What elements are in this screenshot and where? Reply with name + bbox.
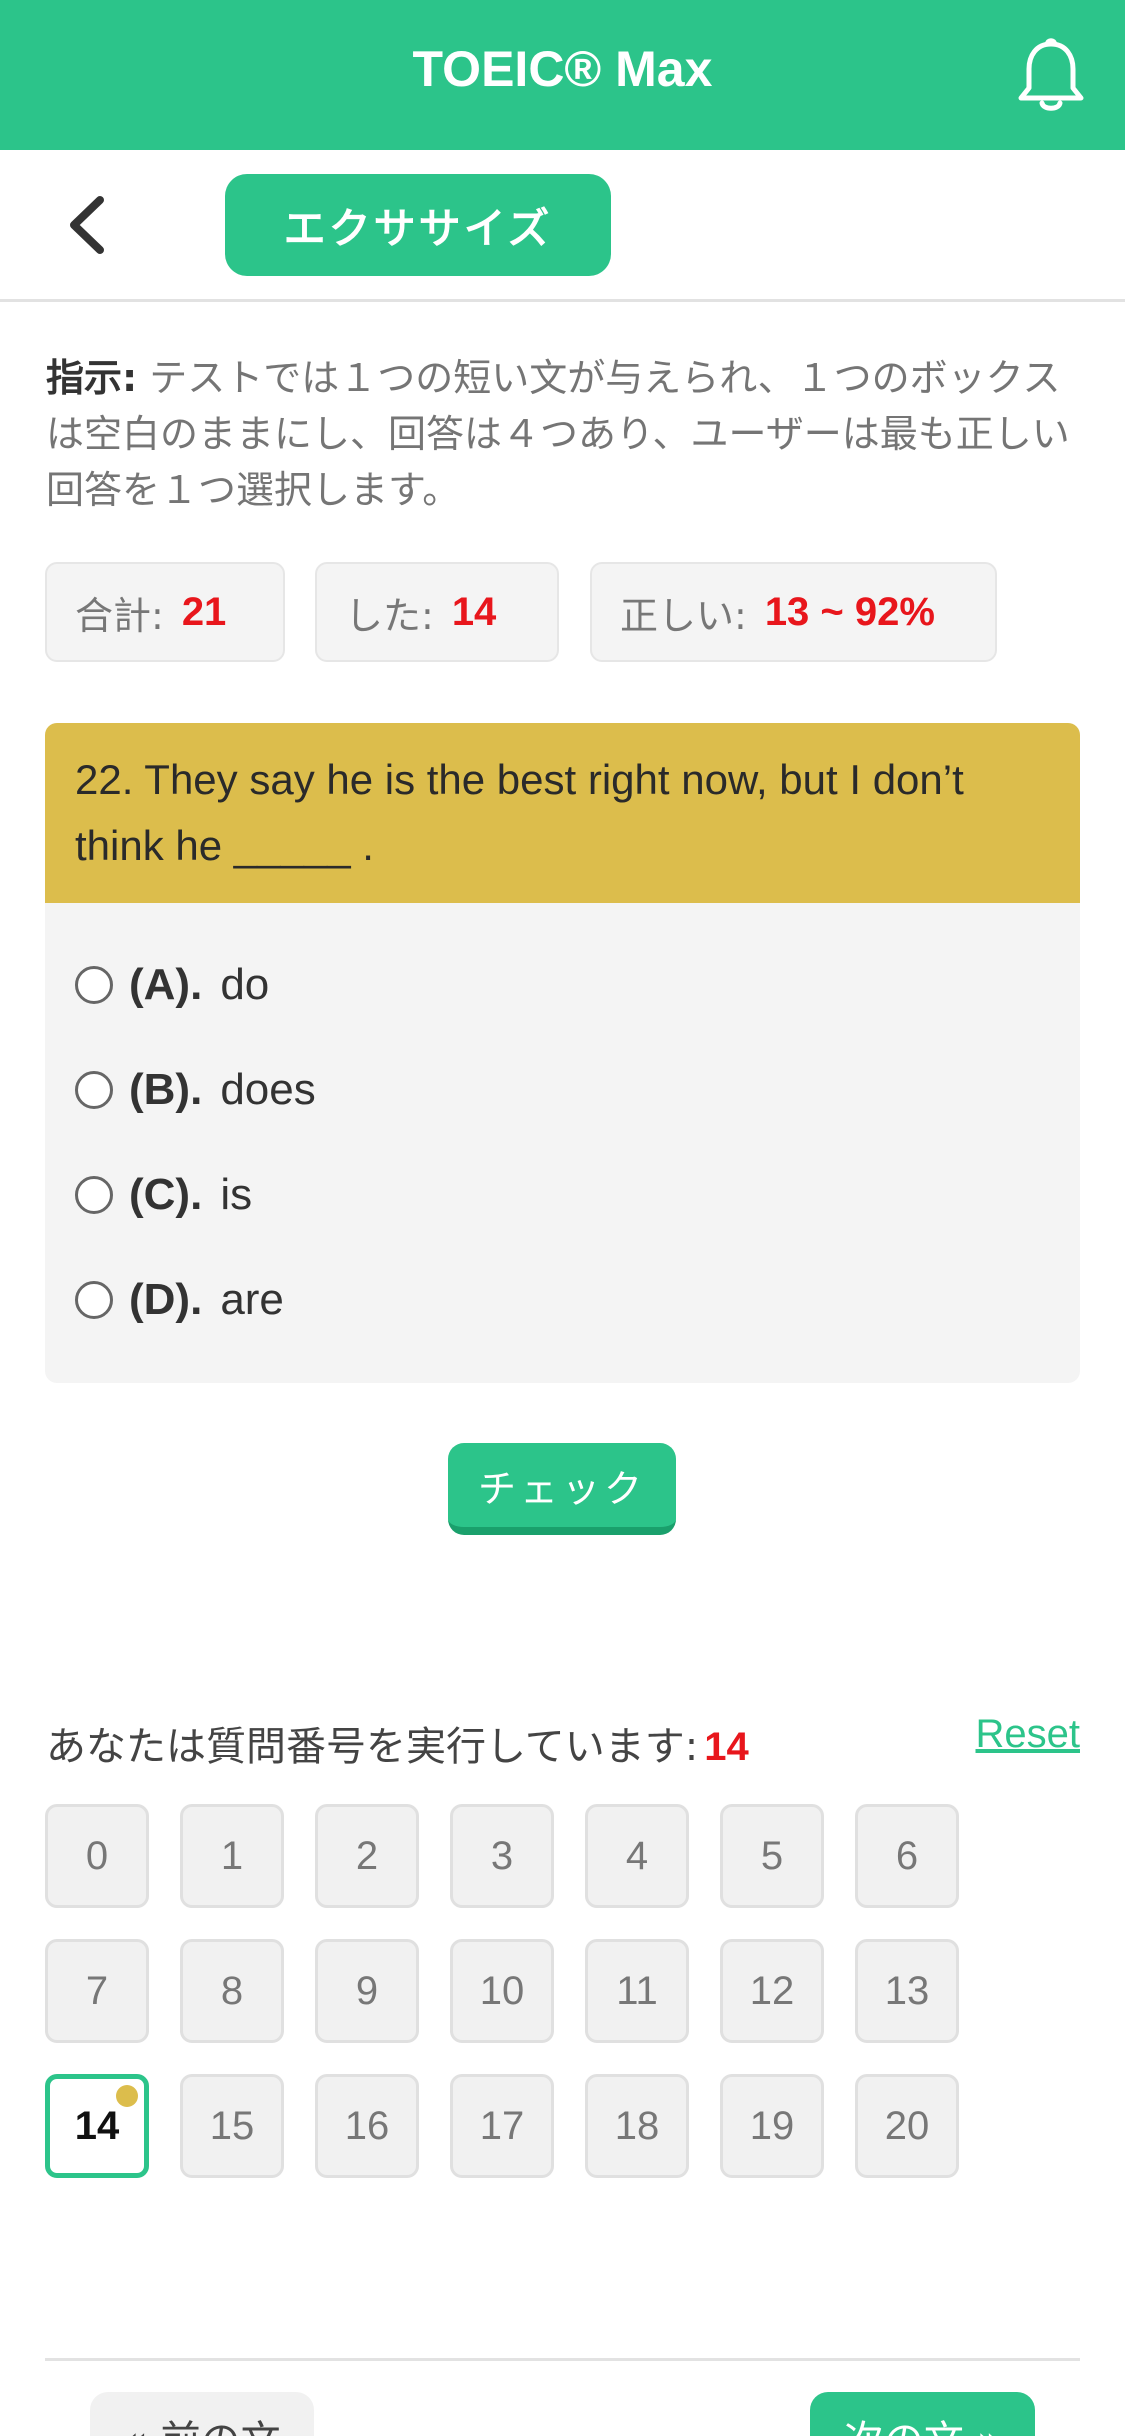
question-number-0[interactable]: 0 xyxy=(45,1804,149,1908)
question-number-16[interactable]: 16 xyxy=(315,2074,419,2178)
question-number-1[interactable]: 1 xyxy=(180,1804,284,1908)
option-letter: (B). xyxy=(129,1065,203,1114)
question-number-12[interactable]: 12 xyxy=(720,1939,824,2043)
radio-c[interactable] xyxy=(75,1176,113,1214)
question-number-label: 3 xyxy=(490,1833,514,1878)
radio-d[interactable] xyxy=(75,1281,113,1319)
question-number-label: 4 xyxy=(625,1833,649,1878)
question-number-label: 14 xyxy=(74,2103,120,2148)
question-number-14[interactable]: 14 xyxy=(45,2074,149,2178)
option-a[interactable]: (A). do xyxy=(75,950,269,1020)
question-number-2[interactable]: 2 xyxy=(315,1804,419,1908)
question-number-label: 17 xyxy=(479,2103,525,2148)
app-title: TOEIC® Max xyxy=(412,41,713,97)
question-number-label: 9 xyxy=(355,1968,379,2013)
question-number-13[interactable]: 13 xyxy=(855,1939,959,2043)
question-number-label: 2 xyxy=(355,1833,379,1878)
current-indicator-dot xyxy=(116,2085,138,2107)
question-number-label: 1 xyxy=(220,1833,244,1878)
divider xyxy=(45,2358,1080,2361)
question-number-8[interactable]: 8 xyxy=(180,1939,284,2043)
question-number-20[interactable]: 20 xyxy=(855,2074,959,2178)
question-number-4[interactable]: 4 xyxy=(585,1804,689,1908)
stat-total-value: 21 xyxy=(181,589,227,634)
question-number-19[interactable]: 19 xyxy=(720,2074,824,2178)
chevron-left-icon[interactable] xyxy=(58,190,118,260)
radio-b[interactable] xyxy=(75,1071,113,1109)
question-number-label: 15 xyxy=(209,2103,255,2148)
question-number-label: 20 xyxy=(884,2103,930,2148)
option-d[interactable]: (D). are xyxy=(75,1265,284,1335)
bell-icon[interactable] xyxy=(1012,36,1090,116)
question-number-label: 0 xyxy=(85,1833,109,1878)
question-number-label: 12 xyxy=(749,1968,795,2013)
stat-correct: 正しい: 13 ~ 92% xyxy=(590,562,997,662)
option-text: do xyxy=(220,960,270,1009)
question-number-6[interactable]: 6 xyxy=(855,1804,959,1908)
instructions-label: 指示: xyxy=(46,356,138,400)
question-card: 22. They say he is the best right now, b… xyxy=(45,723,1080,1383)
app-header: TOEIC® Max xyxy=(0,0,1125,150)
mode-button-exercise[interactable]: エクササイズ xyxy=(225,174,611,276)
stat-correct-value: 13 ~ 92% xyxy=(764,589,935,634)
question-number-label: 13 xyxy=(884,1968,930,2013)
option-text: are xyxy=(220,1275,284,1324)
question-text: 22. They say he is the best right now, b… xyxy=(45,723,1080,903)
question-number-label: 5 xyxy=(760,1833,784,1878)
question-number-3[interactable]: 3 xyxy=(450,1804,554,1908)
next-sentence-button[interactable]: 次の文 » xyxy=(810,2392,1035,2436)
option-letter: (A). xyxy=(129,960,203,1009)
prev-sentence-button[interactable]: « 前の文 xyxy=(90,2392,314,2436)
option-letter: (D). xyxy=(129,1275,203,1324)
question-number-label: 8 xyxy=(220,1968,244,2013)
option-b[interactable]: (B). does xyxy=(75,1055,316,1125)
question-number-10[interactable]: 10 xyxy=(450,1939,554,2043)
stat-total-label: 合計: xyxy=(75,593,164,638)
option-text: does xyxy=(220,1065,316,1114)
reset-link[interactable]: Reset xyxy=(976,1712,1081,1757)
question-number-18[interactable]: 18 xyxy=(585,2074,689,2178)
check-button[interactable]: チェック xyxy=(448,1443,676,1535)
current-question-number: 14 xyxy=(704,1725,749,1769)
question-number-label: 16 xyxy=(344,2103,390,2148)
progress-label: あなたは質問番号を実行しています: 14 xyxy=(46,1714,749,1772)
question-number-label: 10 xyxy=(479,1968,525,2013)
question-number-label: 11 xyxy=(616,1968,658,2013)
sub-toolbar: エクササイズ xyxy=(0,150,1125,302)
question-number-label: 19 xyxy=(749,2103,795,2148)
question-number-label: 7 xyxy=(85,1968,109,2013)
option-letter: (C). xyxy=(129,1170,203,1219)
question-number-5[interactable]: 5 xyxy=(720,1804,824,1908)
radio-a[interactable] xyxy=(75,966,113,1004)
question-number-17[interactable]: 17 xyxy=(450,2074,554,2178)
instructions-text: テストでは１つの短い文が与えられ、１つのボックスは空白のままにし、回答は４つあり… xyxy=(46,356,1070,512)
stat-done-value: 14 xyxy=(451,589,497,634)
option-text: is xyxy=(220,1170,253,1219)
option-c[interactable]: (C). is xyxy=(75,1160,252,1230)
stat-correct-label: 正しい: xyxy=(620,593,747,638)
stat-done: した: 14 xyxy=(315,562,559,662)
question-number-label: 18 xyxy=(614,2103,660,2148)
instructions: 指示: テストでは１つの短い文が与えられ、１つのボックスは空白のままにし、回答は… xyxy=(46,350,1076,518)
progress-label-text: あなたは質問番号を実行しています: xyxy=(46,1724,699,1770)
stat-done-label: した: xyxy=(345,593,434,638)
question-number-label: 6 xyxy=(895,1833,919,1878)
question-number-11[interactable]: 11 xyxy=(585,1939,689,2043)
stat-total: 合計: 21 xyxy=(45,562,285,662)
question-number-9[interactable]: 9 xyxy=(315,1939,419,2043)
question-number-7[interactable]: 7 xyxy=(45,1939,149,2043)
question-number-15[interactable]: 15 xyxy=(180,2074,284,2178)
